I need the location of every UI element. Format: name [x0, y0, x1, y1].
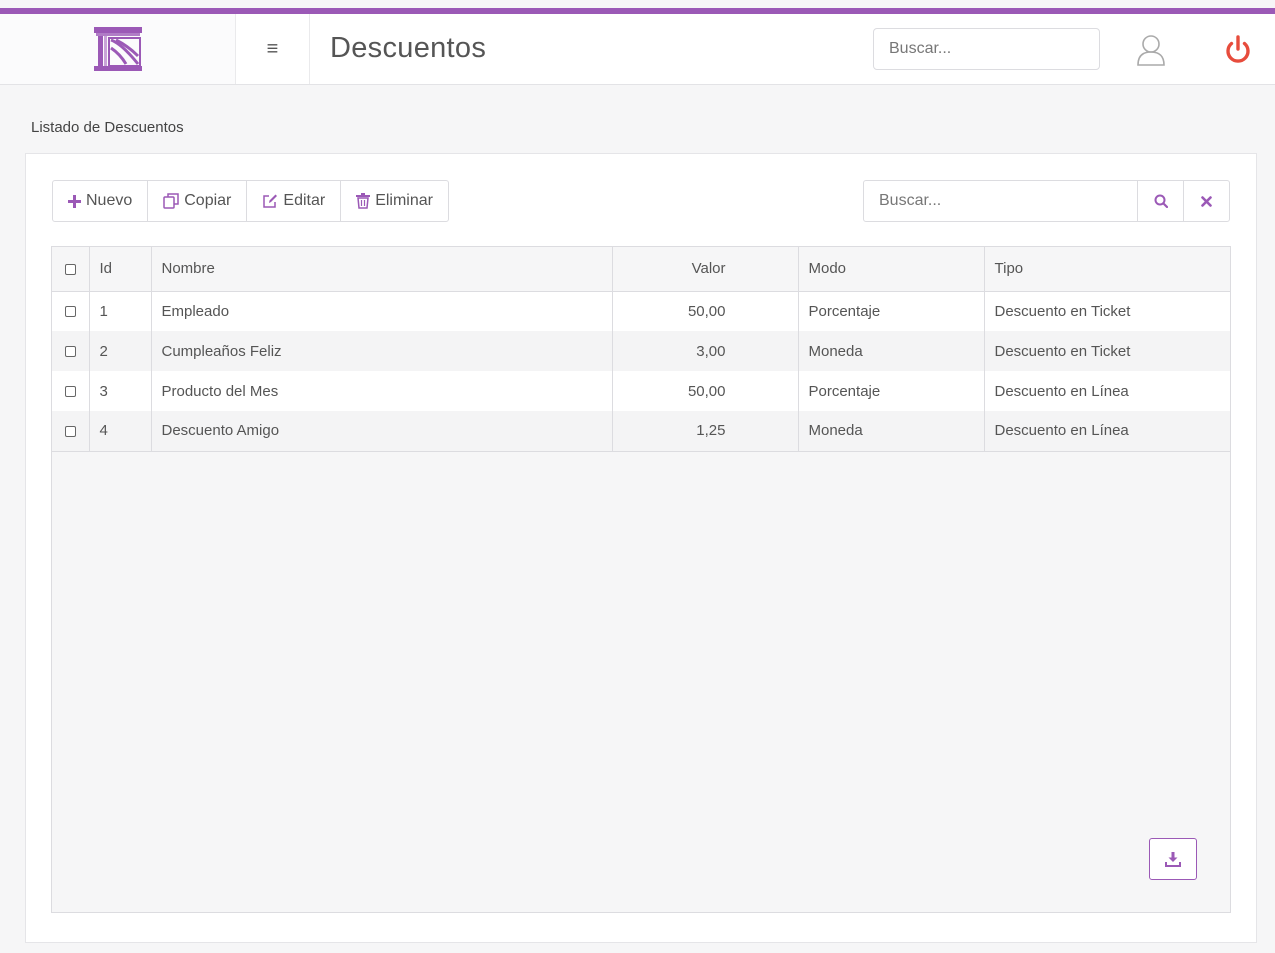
row-checkbox[interactable]: [64, 425, 76, 437]
discounts-table: Id Nombre Valor Modo Tipo 1 Empleado 50,…: [52, 247, 1230, 452]
table-header-row: Id Nombre Valor Modo Tipo: [52, 247, 1230, 292]
close-icon: [1201, 195, 1212, 207]
cell-modo: Porcentaje: [798, 371, 985, 411]
section-title: Listado de Descuentos: [31, 119, 184, 136]
table-row[interactable]: 2 Cumpleaños Feliz 3,00 Moneda Descuento…: [52, 331, 1230, 371]
row-select-cell: [52, 331, 90, 371]
cell-valor: 3,00: [612, 331, 799, 371]
cell-tipo: Descuento en Línea: [984, 411, 1230, 452]
cell-id: 1: [89, 291, 152, 331]
download-icon: [1165, 851, 1181, 867]
row-select-cell: [52, 411, 90, 452]
copiar-button[interactable]: Copiar: [148, 181, 248, 221]
row-select-cell: [52, 371, 90, 411]
download-button[interactable]: [1149, 838, 1197, 880]
list-panel: Nuevo Copiar Editar Eliminar Buscar... I…: [25, 153, 1257, 943]
cell-valor: 50,00: [612, 291, 799, 331]
header: ≡ Descuentos: [0, 14, 1275, 85]
filter-group: [863, 180, 1230, 222]
column-header-modo[interactable]: Modo: [798, 247, 985, 292]
logo[interactable]: [0, 14, 235, 84]
user-icon[interactable]: [1136, 34, 1166, 66]
cell-nombre: Empleado: [151, 291, 613, 331]
nuevo-label: Nuevo: [86, 192, 133, 209]
cell-tipo: Descuento en Línea: [984, 371, 1230, 411]
menu-toggle-button[interactable]: ≡: [235, 14, 310, 84]
page-title: Descuentos: [330, 32, 487, 64]
editar-label: Editar: [283, 192, 326, 209]
search-icon: [1154, 194, 1168, 208]
row-checkbox[interactable]: [64, 346, 76, 358]
column-header-id[interactable]: Id: [89, 247, 152, 292]
column-header-valor[interactable]: Valor: [612, 247, 799, 292]
table-row[interactable]: 3 Producto del Mes 50,00 Porcentaje Desc…: [52, 371, 1230, 411]
row-checkbox[interactable]: [64, 306, 76, 318]
cell-nombre: Cumpleaños Feliz: [151, 331, 613, 371]
cell-id: 4: [89, 411, 152, 452]
cell-valor: 50,00: [612, 371, 799, 411]
editar-button[interactable]: Editar: [247, 181, 342, 221]
row-checkbox[interactable]: [64, 386, 76, 398]
table-row[interactable]: 1 Empleado 50,00 Porcentaje Descuento en…: [52, 291, 1230, 331]
column-logo-icon: [93, 27, 142, 71]
cell-nombre: Producto del Mes: [151, 371, 613, 411]
cell-valor: 1,25: [612, 411, 799, 452]
search-button[interactable]: [1137, 181, 1183, 221]
cell-id: 2: [89, 331, 152, 371]
trash-icon: [356, 193, 371, 209]
table-search-input[interactable]: [864, 181, 1137, 221]
plus-icon: [68, 194, 81, 208]
cell-modo: Moneda: [798, 411, 985, 452]
hamburger-icon: ≡: [266, 37, 279, 60]
cell-id: 3: [89, 371, 152, 411]
cell-modo: Moneda: [798, 331, 985, 371]
eliminar-label: Eliminar: [375, 192, 433, 209]
global-search-input[interactable]: [873, 28, 1100, 70]
cell-modo: Porcentaje: [798, 291, 985, 331]
cell-tipo: Descuento en Ticket: [984, 331, 1230, 371]
row-select-cell: [52, 291, 90, 331]
nuevo-button[interactable]: Nuevo: [53, 181, 149, 221]
column-header-nombre[interactable]: Nombre: [151, 247, 613, 292]
power-icon[interactable]: [1223, 34, 1253, 66]
table-row[interactable]: 4 Descuento Amigo 1,25 Moneda Descuento …: [52, 411, 1230, 452]
cell-tipo: Descuento en Ticket: [984, 291, 1230, 331]
copy-icon: [163, 193, 179, 209]
select-all-cell: [52, 247, 90, 292]
copiar-label: Copiar: [184, 192, 232, 209]
clear-button[interactable]: [1183, 181, 1229, 221]
column-header-tipo[interactable]: Tipo: [984, 247, 1230, 292]
toolbar: Nuevo Copiar Editar Eliminar: [52, 180, 449, 222]
eliminar-button[interactable]: Eliminar: [341, 181, 448, 221]
edit-icon: [263, 194, 278, 208]
data-grid: Id Nombre Valor Modo Tipo 1 Empleado 50,…: [51, 246, 1231, 913]
select-all-checkbox[interactable]: [64, 263, 76, 275]
cell-nombre: Descuento Amigo: [151, 411, 613, 452]
